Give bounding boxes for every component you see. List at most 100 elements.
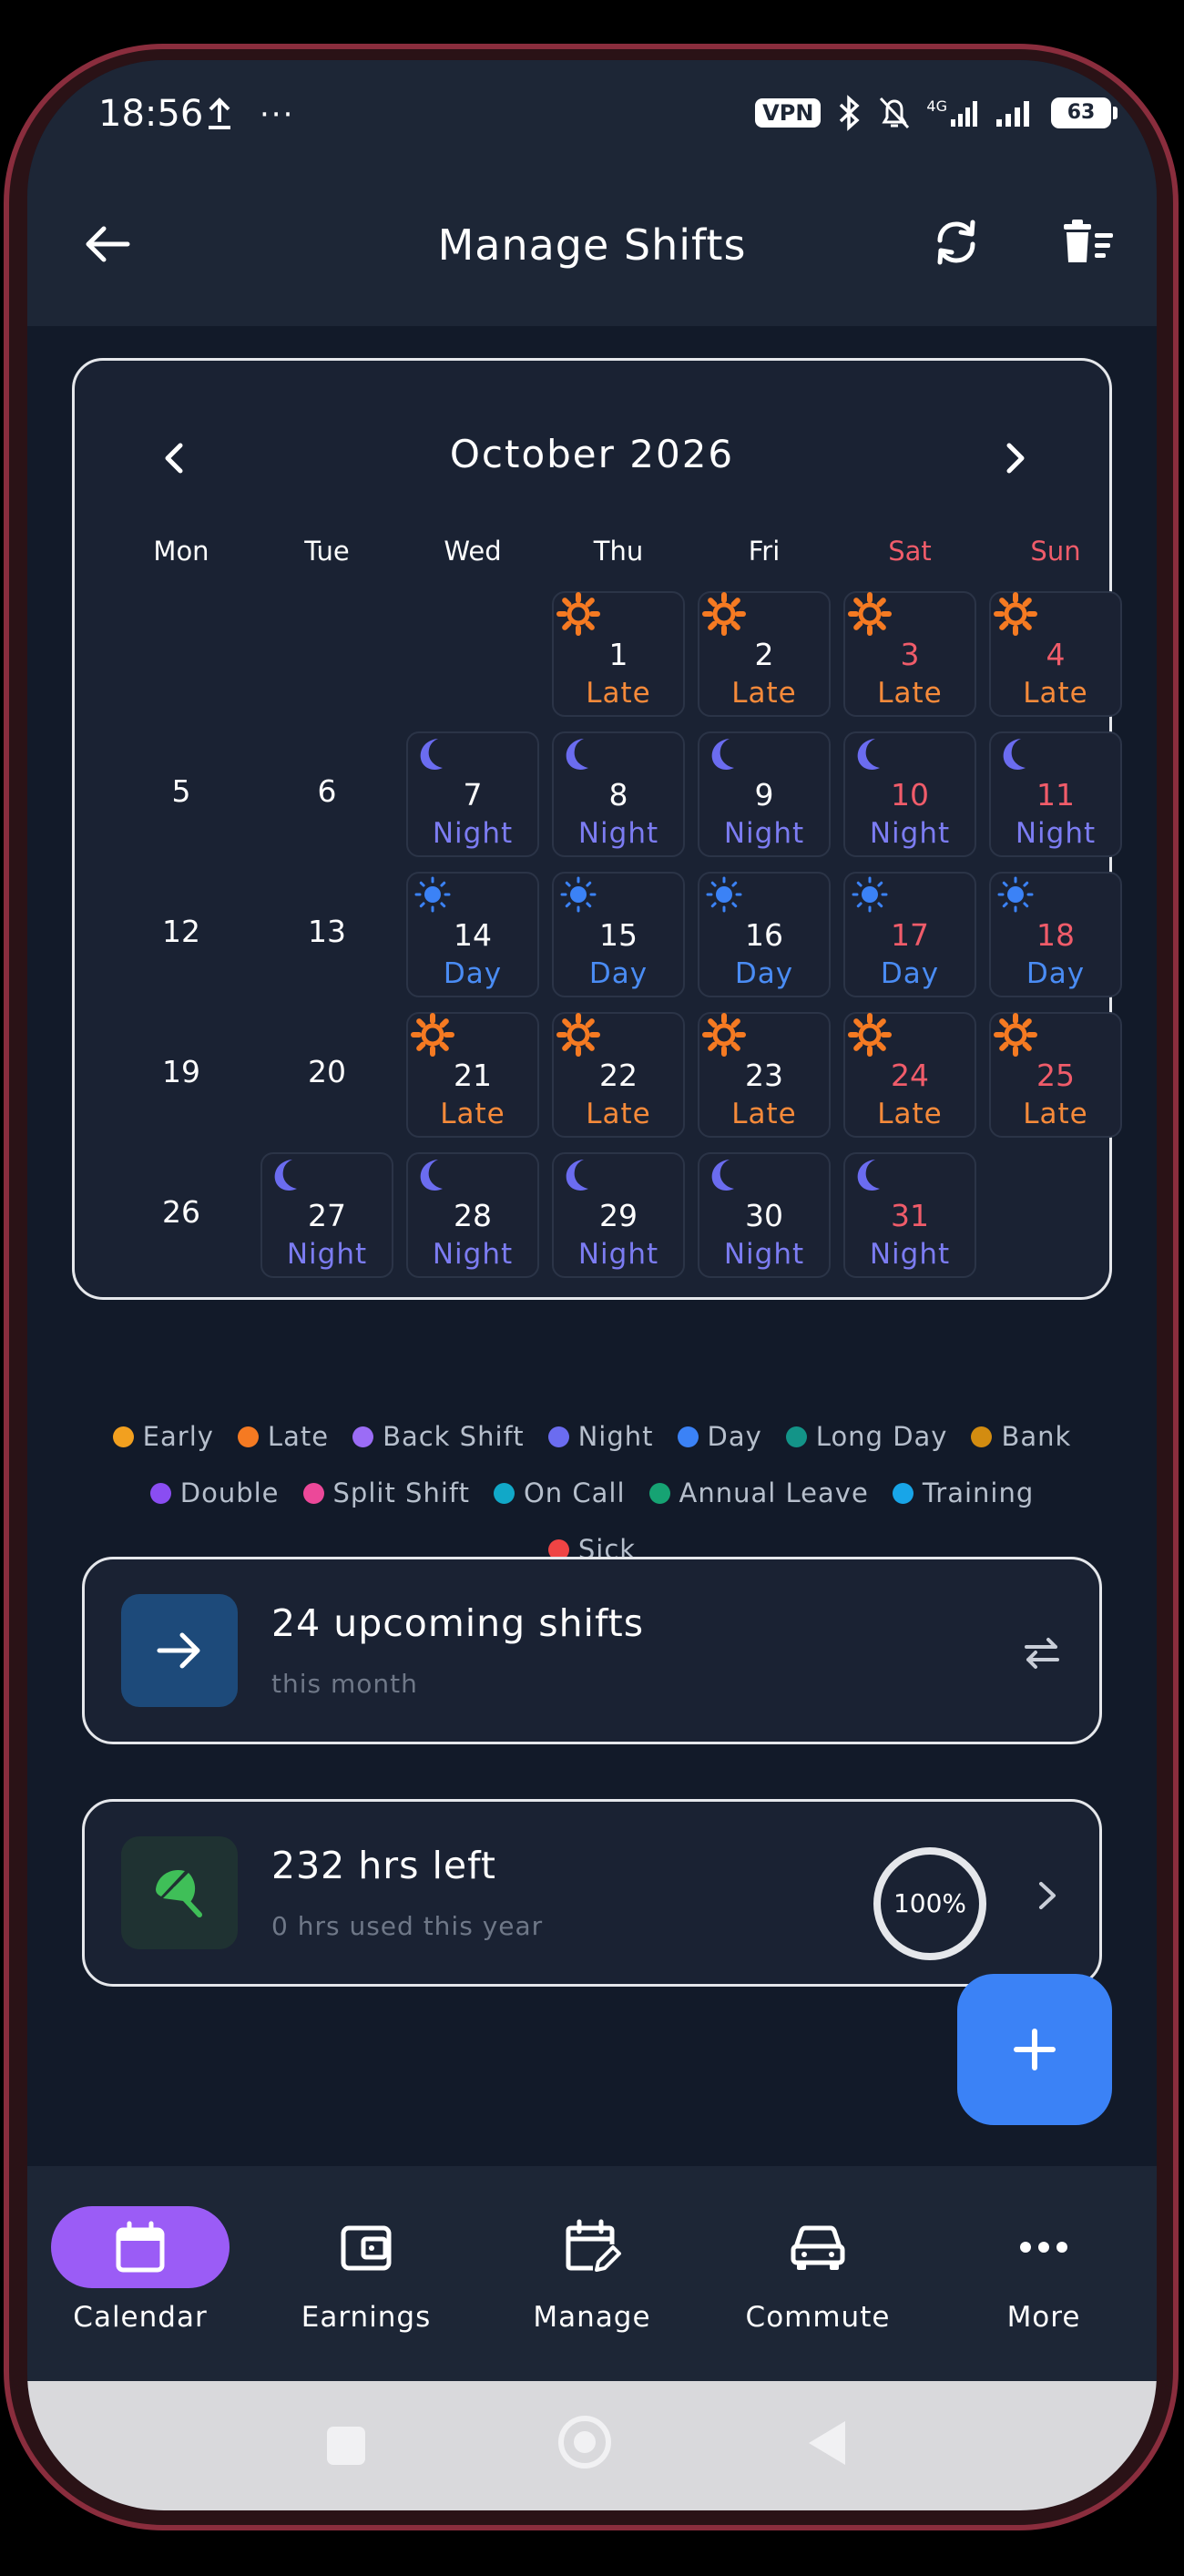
- signal-icon: [951, 101, 977, 127]
- calendar-day-11[interactable]: 11 Night: [989, 731, 1122, 857]
- device-frame: 18:56 ··· VPN 4G 63 Manage Shifts Octobe…: [0, 0, 1184, 2576]
- upcoming-shifts-subtitle: this month: [271, 1669, 418, 1699]
- add-shift-fab[interactable]: [957, 1974, 1112, 2125]
- calendar-day-3[interactable]: 3 Late: [843, 591, 976, 717]
- shift-label: Night: [432, 817, 514, 850]
- day-number: 2: [754, 637, 774, 672]
- calendar-day-17[interactable]: 17 Day: [843, 872, 976, 997]
- legend-color-dot: [149, 1482, 171, 1504]
- legend-label: Early: [142, 1421, 214, 1452]
- calendar-day-30[interactable]: 30 Night: [698, 1152, 831, 1278]
- page-title: Manage Shifts: [437, 220, 747, 270]
- month-title: October 2026: [449, 432, 735, 476]
- legend-item: Night: [547, 1421, 654, 1452]
- day-number: 24: [891, 1058, 929, 1093]
- legend-label: Training: [922, 1477, 1035, 1508]
- calendar-day-27[interactable]: 27 Night: [260, 1152, 393, 1278]
- recents-button[interactable]: [327, 2427, 365, 2465]
- sync-icon[interactable]: [929, 215, 984, 270]
- nav-calendar[interactable]: Calendar: [27, 2166, 253, 2381]
- calendar-day-5[interactable]: 5: [115, 731, 248, 857]
- legend-color-dot: [112, 1426, 134, 1447]
- calendar-day-31[interactable]: 31 Night: [843, 1152, 976, 1278]
- nav-manage-pill: [537, 2206, 647, 2288]
- calendar-day-22[interactable]: 22 Late: [552, 1012, 685, 1138]
- calendar-day-18[interactable]: 18 Day: [989, 872, 1122, 997]
- nav-manage[interactable]: Manage: [479, 2166, 705, 2381]
- beach-umbrella-icon: [156, 1869, 202, 1917]
- calendar-day-29[interactable]: 29 Night: [552, 1152, 685, 1278]
- calendar-day-12[interactable]: 12: [115, 872, 248, 997]
- calendar-day-21[interactable]: 21 Late: [406, 1012, 539, 1138]
- calendar-day-23[interactable]: 23 Late: [698, 1012, 831, 1138]
- nav-earnings[interactable]: Earnings: [253, 2166, 479, 2381]
- calendar-day-13[interactable]: 13: [260, 872, 393, 997]
- legend-item: Late: [237, 1421, 330, 1452]
- moon-icon: [711, 1160, 734, 1191]
- signal-icon-2: [996, 101, 1029, 127]
- annual-leave-card[interactable]: 232 hrs left 0 hrs used this year 100%: [82, 1799, 1102, 1987]
- calendar-day-25[interactable]: 25 Late: [989, 1012, 1122, 1138]
- calendar-day-24[interactable]: 24 Late: [843, 1012, 976, 1138]
- calendar-day-20[interactable]: 20: [260, 1012, 393, 1138]
- calendar-day-9[interactable]: 9 Night: [698, 731, 831, 857]
- calendar-day-8[interactable]: 8 Night: [552, 731, 685, 857]
- moon-icon: [566, 1160, 588, 1191]
- day-number: 4: [1046, 637, 1066, 672]
- legend-color-dot: [352, 1426, 374, 1447]
- legend-item: Early: [112, 1421, 214, 1452]
- day-number: 26: [162, 1194, 200, 1230]
- calendar-day-14[interactable]: 14 Day: [406, 872, 539, 997]
- calendar-day-6[interactable]: 6: [260, 731, 393, 857]
- calendar-day-15[interactable]: 15 Day: [552, 872, 685, 997]
- shift-label: Late: [731, 677, 797, 710]
- system-back-button[interactable]: [809, 2421, 845, 2465]
- shift-label: Late: [877, 677, 943, 710]
- calendar-day-1[interactable]: 1 Late: [552, 591, 685, 717]
- day-sun-icon: [560, 876, 597, 913]
- day-sun-icon: [414, 876, 451, 913]
- home-button[interactable]: [558, 2416, 611, 2469]
- calendar-day-28[interactable]: 28 Night: [406, 1152, 539, 1278]
- status-time: 18:56: [98, 93, 204, 135]
- battery-indicator: 63: [1051, 97, 1118, 128]
- calendar-icon: [116, 2221, 165, 2273]
- calendar-day-4[interactable]: 4 Late: [989, 591, 1122, 717]
- nav-more-label: More: [1006, 2301, 1081, 2334]
- moon-icon: [857, 1160, 880, 1191]
- legend-color-dot: [493, 1482, 515, 1504]
- swap-arrows-icon[interactable]: [1019, 1630, 1065, 1676]
- day-number: 23: [745, 1058, 783, 1093]
- legend-color-dot: [785, 1426, 807, 1447]
- bottom-navigation: Calendar Earnings Manage Commute More: [27, 2166, 1157, 2381]
- shift-label: Night: [1015, 817, 1097, 850]
- weekday-thu: Thu: [593, 536, 644, 567]
- next-month-chevron-icon[interactable]: [1000, 438, 1033, 478]
- nav-manage-label: Manage: [533, 2301, 651, 2334]
- day-number: 6: [317, 773, 337, 809]
- day-number: 5: [171, 773, 191, 809]
- calendar-day-19[interactable]: 19: [115, 1012, 248, 1138]
- chevron-right-icon[interactable]: [1032, 1873, 1065, 1918]
- nav-more[interactable]: More: [931, 2166, 1157, 2381]
- calendar-day-10[interactable]: 10 Night: [843, 731, 976, 857]
- shift-label: Day: [880, 957, 940, 990]
- app-screen: 18:56 ··· VPN 4G 63 Manage Shifts Octobe…: [27, 60, 1157, 2510]
- arrow-right-icon: [157, 1632, 200, 1669]
- bluetooth-icon: [840, 95, 861, 131]
- calendar-day-16[interactable]: 16 Day: [698, 872, 831, 997]
- clear-all-trash-icon[interactable]: [1058, 215, 1117, 270]
- calendar-day-7[interactable]: 7 Night: [406, 731, 539, 857]
- legend-color-dot: [648, 1482, 670, 1504]
- upcoming-shifts-card[interactable]: 24 upcoming shifts this month: [82, 1557, 1102, 1744]
- nav-commute[interactable]: Commute: [705, 2166, 931, 2381]
- legend-item: Training: [892, 1477, 1035, 1508]
- calendar-day-2[interactable]: 2 Late: [698, 591, 831, 717]
- legend-color-dot: [971, 1426, 993, 1447]
- legend-label: Late: [267, 1421, 330, 1452]
- moon-icon: [274, 1160, 297, 1191]
- moon-icon: [711, 739, 734, 770]
- calendar-day-26[interactable]: 26: [115, 1152, 248, 1278]
- day-number: 12: [162, 914, 200, 949]
- day-number: 11: [1036, 777, 1075, 813]
